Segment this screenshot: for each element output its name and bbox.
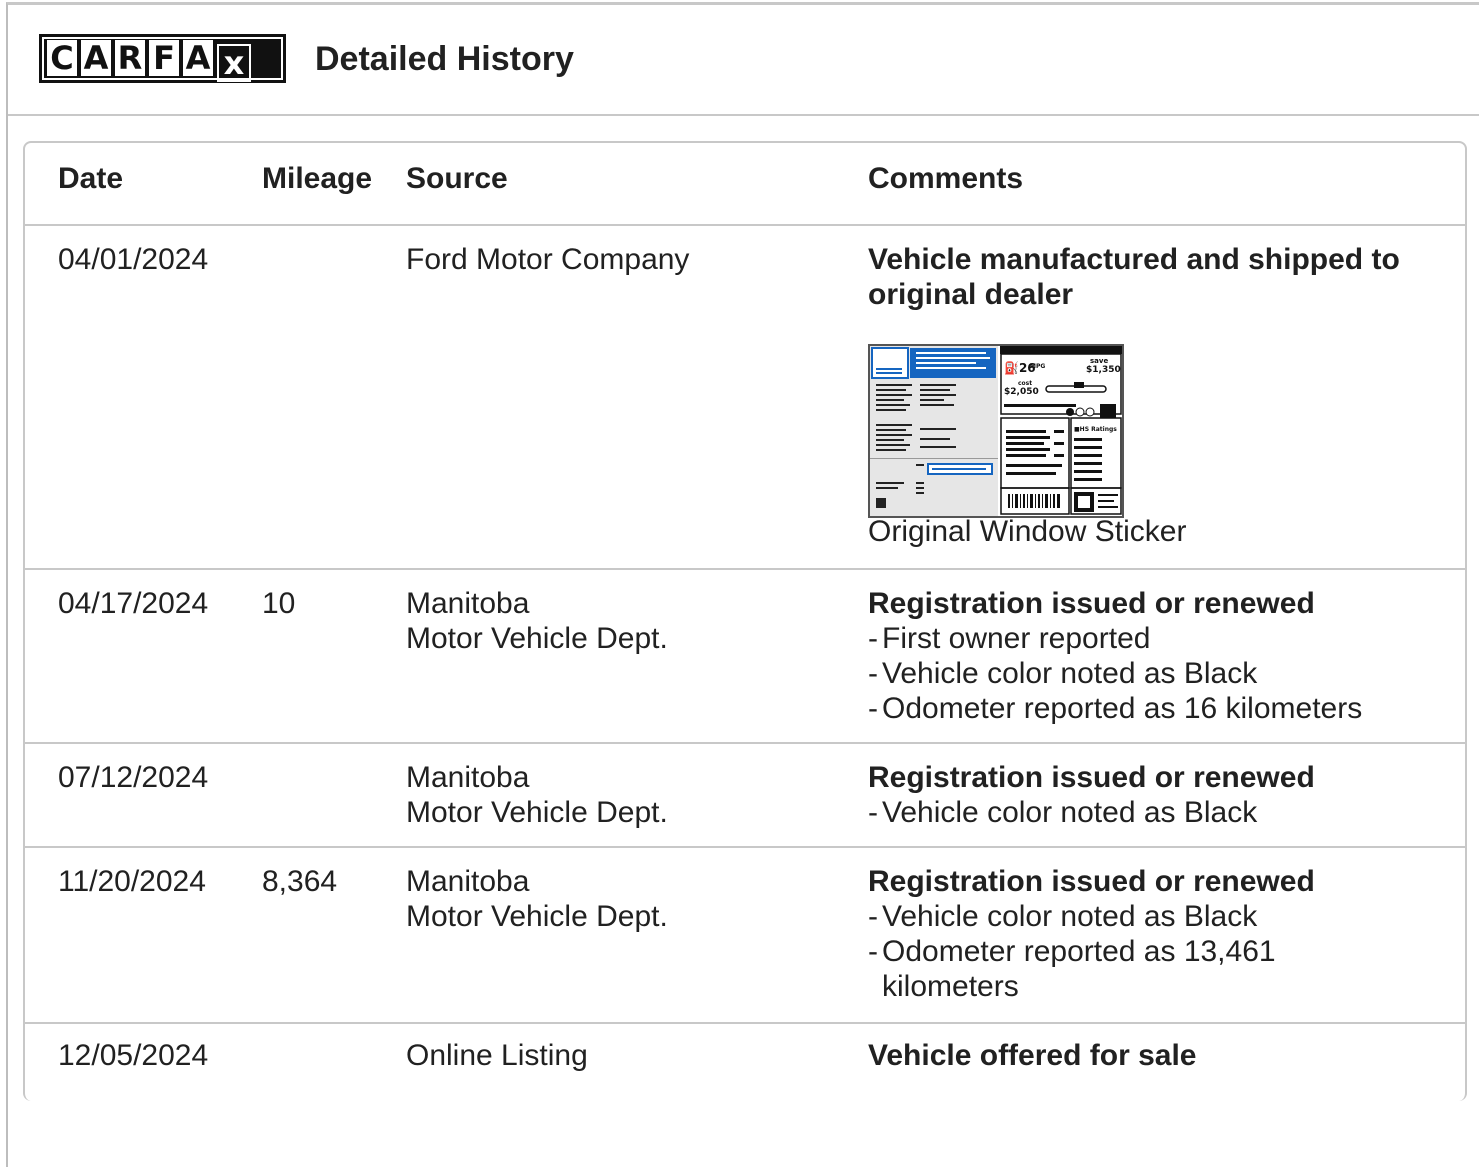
column-header-mileage: Mileage [262, 162, 373, 195]
row-mileage: 8,364 [262, 865, 338, 898]
table-header-row: Date Mileage Source Comments [25, 143, 1465, 226]
row-date: 04/01/2024 [58, 243, 209, 276]
row-comments: Registration issued or renewed - First ow… [868, 586, 1438, 726]
comment-detail: - Vehicle color noted as Black [868, 796, 1258, 829]
svg-text:$1,350: $1,350 [1086, 365, 1121, 375]
comment-headline: Vehicle offered for sale [868, 1039, 1197, 1072]
row-source: Manitoba Motor Vehicle Dept. [406, 587, 668, 655]
svg-text:MPG: MPG [1030, 363, 1045, 370]
page-title: Detailed History [315, 40, 574, 78]
row-source: Online Listing [406, 1039, 588, 1072]
carfax-logo: CARFAx [39, 34, 286, 83]
row-source: Ford Motor Company [406, 243, 690, 276]
comment-headline: Registration issued or renewed [868, 865, 1315, 898]
table-row: 12/05/2024 Online Listing Vehicle offere… [25, 1024, 1465, 1101]
svg-text:$2,050: $2,050 [1004, 387, 1039, 397]
table-row: 04/17/2024 10 Manitoba Motor Vehicle Dep… [25, 570, 1465, 744]
comment-headline: Registration issued or renewed [868, 761, 1315, 794]
row-comments: Vehicle offered for sale [868, 1038, 1438, 1073]
row-source: Manitoba Motor Vehicle Dept. [406, 761, 668, 829]
svg-text:cost: cost [1018, 380, 1032, 387]
column-header-comments: Comments [868, 162, 1024, 195]
row-date: 12/05/2024 [58, 1039, 209, 1072]
column-header-date: Date [58, 162, 124, 195]
comment-detail: - Odometer reported as 13,461 kilometers [868, 935, 1276, 1003]
history-table: Date Mileage Source Comments 04/01/2024 … [23, 141, 1467, 1101]
row-date: 07/12/2024 [58, 761, 209, 794]
comment-detail: - Vehicle color noted as Black [868, 900, 1258, 933]
row-source: Manitoba Motor Vehicle Dept. [406, 865, 668, 933]
report-header: CARFAx Detailed History [8, 5, 1479, 116]
row-comments: Registration issued or renewed - Vehicle … [868, 760, 1438, 830]
comment-detail: - Odometer reported as 16 kilometers [868, 692, 1363, 725]
svg-text:■HS Ratings: ■HS Ratings [1074, 426, 1117, 433]
window-sticker-thumbnail[interactable]: ⛽26 MPG save $1,350 cost $2,050 ■HS Rati… [868, 344, 1124, 518]
comment-headline: Registration issued or renewed [868, 587, 1315, 620]
table-row: 07/12/2024 Manitoba Motor Vehicle Dept. … [25, 744, 1465, 848]
row-mileage: 10 [262, 587, 296, 620]
comment-detail: - First owner reported [868, 622, 1151, 655]
table-row: 11/20/2024 8,364 Manitoba Motor Vehicle … [25, 848, 1465, 1024]
comment-detail: - Vehicle color noted as Black [868, 657, 1258, 690]
row-comments: Vehicle manufactured and shipped to orig… [868, 242, 1438, 549]
table-row: 04/01/2024 Ford Motor Company Vehicle ma… [25, 226, 1465, 570]
row-date: 11/20/2024 [58, 865, 206, 898]
row-date: 04/17/2024 [58, 587, 209, 620]
comment-headline: Vehicle manufactured and shipped to orig… [868, 243, 1400, 311]
column-header-source: Source [406, 162, 508, 195]
svg-text:save: save [1090, 357, 1108, 365]
row-comments: Registration issued or renewed - Vehicle … [868, 864, 1318, 1004]
